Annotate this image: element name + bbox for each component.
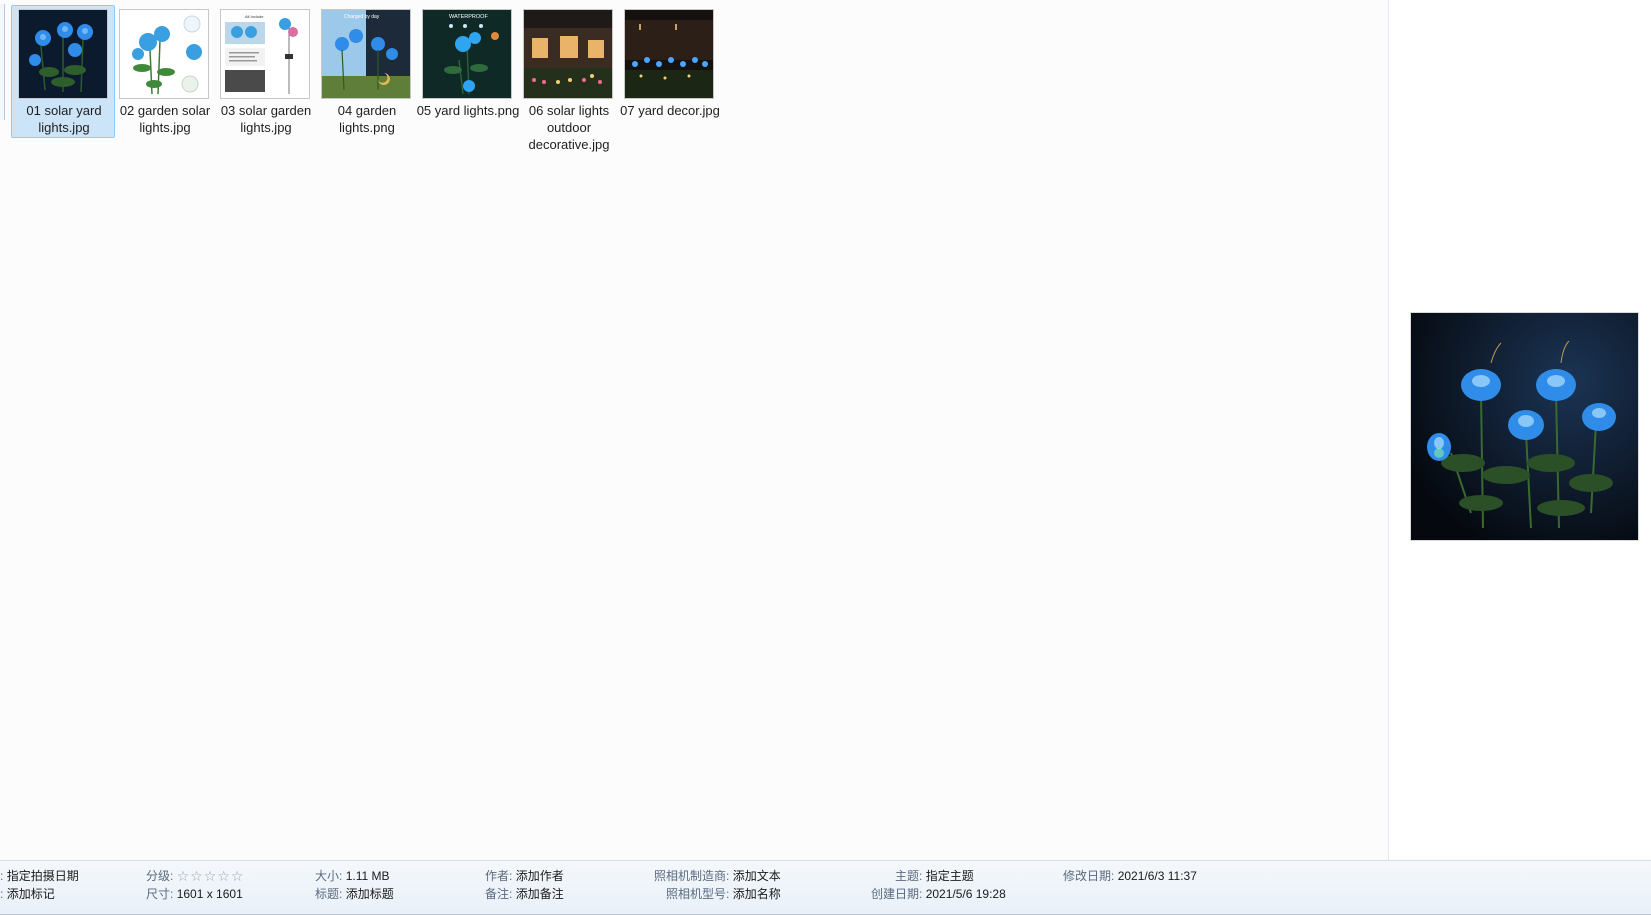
size-value: 1.11 MB [345, 869, 390, 883]
modified-date-value: 2021/6/3 11:37 [1117, 869, 1197, 883]
camera-model-field[interactable]: 照相机型号: 添加名称 [666, 887, 781, 902]
date-taken-field[interactable]: : 指定拍摄日期 [0, 869, 79, 884]
camera-model-label: 照相机型号: [666, 887, 730, 901]
created-date-value: 2021/5/6 19:28 [925, 887, 1006, 901]
file-name: 06 solar lights outdoor decorative.jpg [528, 103, 610, 152]
thumbnail-caption: All Include [245, 14, 264, 19]
file-thumbnail-05: WATERPROOF [422, 9, 512, 99]
tags-value[interactable]: 添加标记 [7, 887, 55, 901]
rating-stars-icon[interactable]: ☆☆☆☆☆ [177, 869, 245, 884]
file-thumbnail-07 [624, 9, 714, 99]
dimensions-label: 尺寸: [146, 887, 174, 901]
thumbnail-caption: Charged by day [344, 14, 380, 20]
title-label: 标题: [315, 887, 343, 901]
file-thumbnail-06 [523, 9, 613, 99]
tags-field[interactable]: : 添加标记 [0, 887, 55, 902]
created-date-label: 创建日期: [871, 887, 923, 901]
file-name: 07 yard decor.jpg [620, 103, 720, 118]
title-value[interactable]: 添加标题 [346, 887, 394, 901]
file-name: 03 solar garden lights.jpg [220, 103, 312, 135]
file-name: 02 garden solar lights.jpg [119, 103, 211, 135]
subject-value[interactable]: 指定主题 [926, 869, 974, 883]
thumbnail-caption: WATERPROOF [449, 14, 488, 20]
camera-maker-field[interactable]: 照相机制造商: 添加文本 [654, 869, 781, 884]
comments-value[interactable]: 添加备注 [516, 887, 564, 901]
size-field: 大小: 1.11 MB [315, 869, 390, 884]
subject-field[interactable]: 主题: 指定主题 [895, 869, 974, 884]
modified-date-label: 修改日期: [1063, 869, 1115, 883]
comments-field[interactable]: 备注: 添加备注 [485, 887, 564, 902]
modified-date-field: 修改日期: 2021/6/3 11:37 [1063, 869, 1197, 884]
camera-maker-value[interactable]: 添加文本 [733, 869, 781, 883]
camera-model-value[interactable]: 添加名称 [733, 887, 781, 901]
file-item-06[interactable]: 06 solar lights outdoor decorative.jpg [516, 5, 620, 152]
dimensions-field: 尺寸: 1601 x 1601 [146, 887, 243, 902]
file-item-04[interactable]: Charged by day 04 garden lights.png [314, 5, 418, 138]
file-item-07[interactable]: 07 yard decor.jpg [617, 5, 721, 138]
rating-label: 分级: [146, 869, 174, 883]
file-thumbnail-03: All Include [220, 9, 310, 99]
navigation-pane-edge[interactable] [0, 4, 5, 120]
dimensions-value: 1601 x 1601 [176, 887, 243, 901]
subject-label: 主题: [895, 869, 923, 883]
file-item-05[interactable]: WATERPROOF 05 yard lights.png [415, 5, 519, 138]
file-thumbnail-04: Charged by day [321, 9, 411, 99]
file-name: 04 garden lights.png [337, 103, 397, 135]
author-label: 作者: [485, 869, 513, 883]
title-field[interactable]: 标题: 添加标题 [315, 887, 394, 902]
created-date-field: 创建日期: 2021/5/6 19:28 [871, 887, 1006, 902]
preview-pane [1389, 0, 1651, 860]
file-thumbnail-02 [119, 9, 209, 99]
preview-image [1411, 313, 1638, 540]
file-name: 01 solar yard lights.jpg [26, 103, 102, 135]
file-item-01[interactable]: 01 solar yard lights.jpg [11, 5, 115, 138]
file-thumbnail-01 [18, 9, 108, 99]
details-pane: : 指定拍摄日期 : 添加标记 分级: ☆☆☆☆☆ 尺寸: 1601 x 160… [0, 860, 1651, 915]
rating-field[interactable]: 分级: ☆☆☆☆☆ [146, 869, 244, 884]
file-item-02[interactable]: 02 garden solar lights.jpg [112, 5, 216, 138]
size-label: 大小: [315, 869, 343, 883]
date-taken-value[interactable]: 指定拍摄日期 [7, 869, 79, 883]
file-name: 05 yard lights.png [416, 103, 520, 118]
comments-label: 备注: [485, 887, 513, 901]
author-value[interactable]: 添加作者 [516, 869, 564, 883]
camera-maker-label: 照相机制造商: [654, 869, 730, 883]
file-item-03[interactable]: All Include 03 solar garden lights.jpg [213, 5, 317, 138]
file-list-pane[interactable]: 01 solar yard lights.jpg 02 garden solar… [0, 0, 1389, 860]
author-field[interactable]: 作者: 添加作者 [485, 869, 564, 884]
